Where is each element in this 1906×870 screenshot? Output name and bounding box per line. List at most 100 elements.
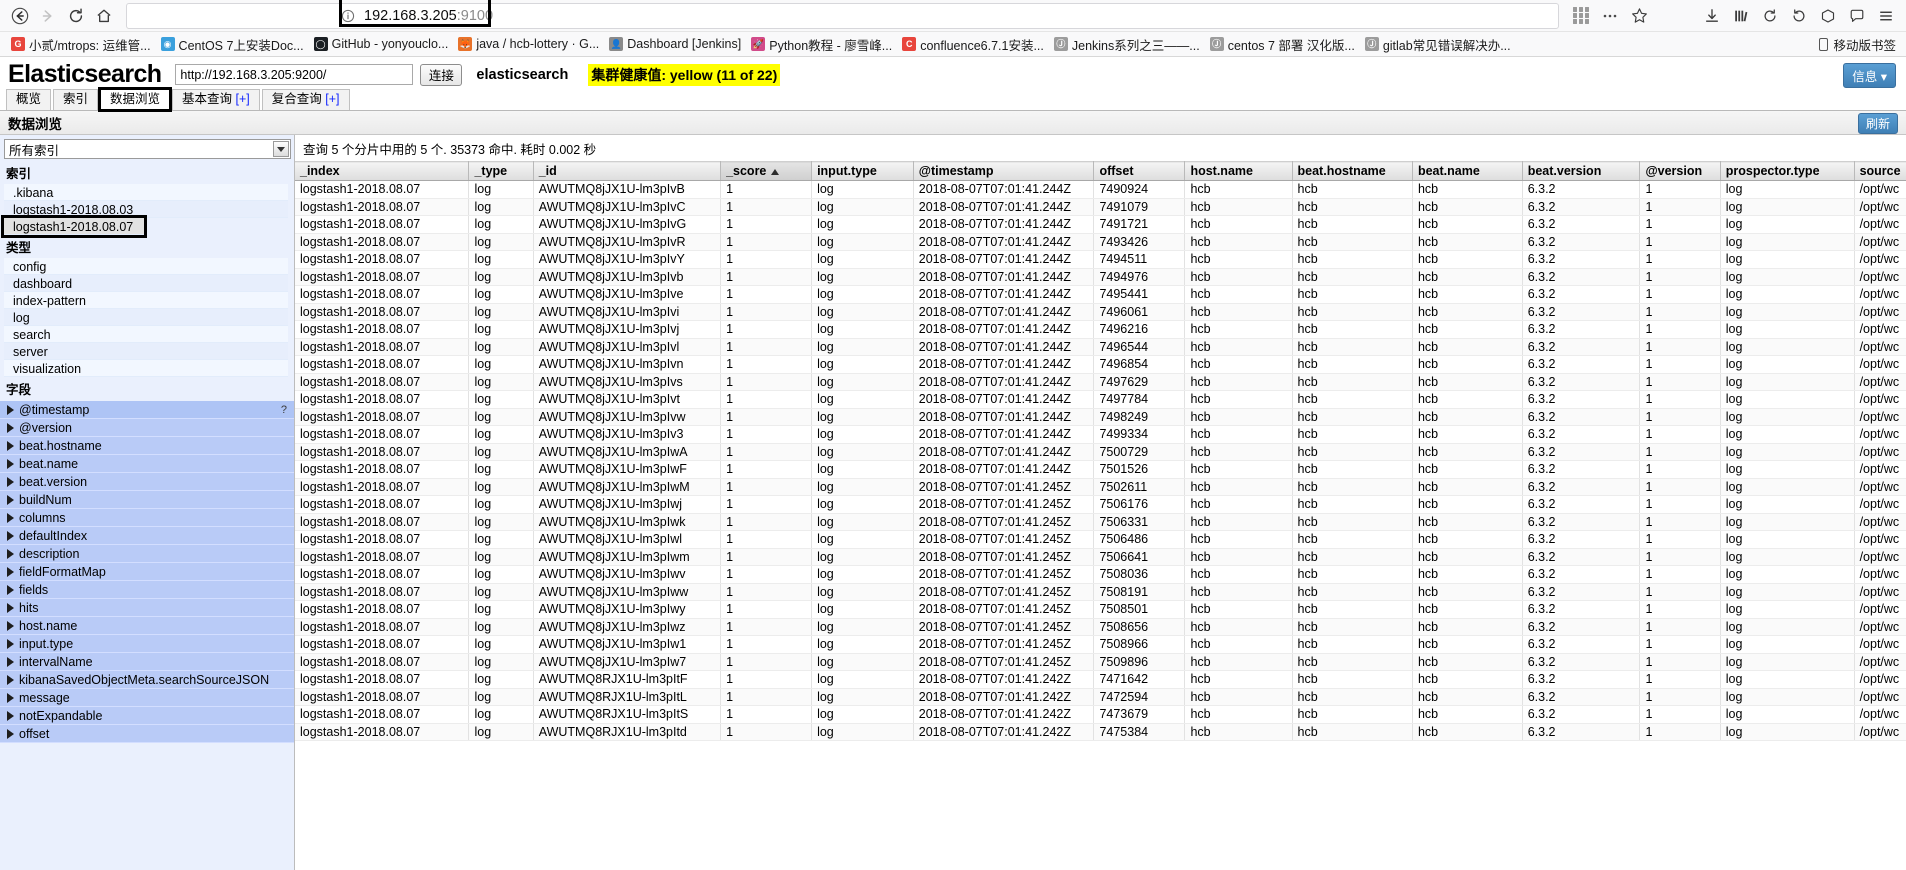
sidebar-type-item[interactable]: server (4, 343, 288, 360)
table-row[interactable]: logstash1-2018.08.07 log AWUTMQ8jJX1U-lm3p… (295, 268, 1906, 286)
expand-triangle-icon[interactable] (7, 530, 14, 541)
sidebar-index-item[interactable]: .kibana (4, 184, 288, 201)
bookmark-item[interactable]: Cconfluence6.7.1安装... (897, 34, 1049, 55)
expand-triangle-icon[interactable] (7, 584, 14, 595)
sidebar-field-item[interactable]: offset (0, 725, 294, 743)
table-row[interactable]: logstash1-2018.08.07 log AWUTMQ8jJX1U-lm3p… (295, 583, 1906, 601)
sidebar-field-item[interactable]: input.type (0, 635, 294, 653)
table-row[interactable]: logstash1-2018.08.07 log AWUTMQ8jJX1U-lm3p… (295, 478, 1906, 496)
table-row[interactable]: logstash1-2018.08.07 log AWUTMQ8jJX1U-lm3p… (295, 250, 1906, 269)
expand-triangle-icon[interactable] (7, 548, 14, 559)
table-row[interactable]: logstash1-2018.08.07 log AWUTMQ8jJX1U-lm3p… (295, 408, 1906, 426)
column-header-_id[interactable]: _id (533, 161, 722, 181)
table-row[interactable]: logstash1-2018.08.07 log AWUTMQ8jJX1U-lm3p… (295, 215, 1906, 234)
qrcode-icon[interactable] (1567, 2, 1595, 30)
sidebar-type-item[interactable]: visualization (4, 360, 288, 377)
bookmark-item[interactable]: G 小贰/mtrops: 运维管... (6, 34, 156, 55)
chat-bubble-icon[interactable] (1843, 2, 1871, 30)
expand-triangle-icon[interactable] (7, 710, 14, 721)
cluster-url-input[interactable] (175, 64, 414, 85)
table-row[interactable]: logstash1-2018.08.07 log AWUTMQ8jJX1U-lm3p… (295, 320, 1906, 339)
table-row[interactable]: logstash1-2018.08.07 log AWUTMQ8jJX1U-lm3p… (295, 495, 1906, 514)
refresh-button[interactable]: 刷新 (1857, 113, 1898, 134)
table-row[interactable]: logstash1-2018.08.07 log AWUTMQ8jJX1U-lm3p… (295, 635, 1906, 654)
sidebar-field-item[interactable]: notExpandable (0, 707, 294, 725)
sidebar-field-item[interactable]: hits (0, 599, 294, 617)
column-header-_index[interactable]: _index (295, 161, 470, 181)
table-row[interactable]: logstash1-2018.08.07 log AWUTMQ8jJX1U-lm3p… (295, 390, 1906, 409)
column-header-beat.hostname[interactable]: beat.hostname (1292, 161, 1413, 181)
column-header-offset[interactable]: offset (1093, 161, 1186, 181)
downloads-icon[interactable] (1698, 2, 1726, 30)
bookmark-item[interactable]: Ⓙgitlab常见错误解决办... (1360, 34, 1516, 55)
url-bar[interactable]: 192.168.3.205:9100 (126, 2, 1559, 29)
column-header-_score[interactable]: _score (720, 161, 813, 181)
sidebar-field-item[interactable]: columns (0, 509, 294, 527)
hamburger-menu-icon[interactable] (1872, 2, 1900, 30)
expand-triangle-icon[interactable] (7, 674, 14, 685)
field-help-icon[interactable]: ? (281, 401, 287, 419)
page-info-icon[interactable] (340, 8, 356, 24)
table-row[interactable]: logstash1-2018.08.07 log AWUTMQ8RJX1U-lm3p… (295, 688, 1906, 706)
container-tab-icon[interactable] (1814, 2, 1842, 30)
table-row[interactable]: logstash1-2018.08.07 log AWUTMQ8jJX1U-lm3p… (295, 180, 1906, 199)
sidebar-type-item[interactable]: dashboard (4, 275, 288, 292)
sidebar-type-item[interactable]: index-pattern (4, 292, 288, 309)
table-row[interactable]: logstash1-2018.08.07 log AWUTMQ8jJX1U-lm3p… (295, 443, 1906, 461)
expand-triangle-icon[interactable] (7, 440, 14, 451)
sidebar-index-item[interactable]: logstash1-2018.08.07 (1, 215, 147, 238)
sidebar-field-item[interactable]: kibanaSavedObjectMeta.searchSourceJSON (0, 671, 294, 689)
bookmark-item[interactable]: 👤 Dashboard [Jenkins] (604, 34, 746, 55)
table-row[interactable]: logstash1-2018.08.07 log AWUTMQ8jJX1U-lm3p… (295, 530, 1906, 549)
table-row[interactable]: logstash1-2018.08.07 log AWUTMQ8jJX1U-lm3p… (295, 355, 1906, 374)
sidebar-field-item[interactable]: message (0, 689, 294, 707)
table-row[interactable]: logstash1-2018.08.07 log AWUTMQ8jJX1U-lm3p… (295, 460, 1906, 479)
table-row[interactable]: logstash1-2018.08.07 log AWUTMQ8jJX1U-lm3p… (295, 565, 1906, 584)
home-icon[interactable] (90, 2, 118, 30)
expand-triangle-icon[interactable] (7, 422, 14, 433)
column-header-input.type[interactable]: input.type (811, 161, 914, 181)
bookmark-item[interactable]: ◯ GitHub - yonyouclo... (309, 34, 454, 55)
expand-triangle-icon[interactable] (7, 476, 14, 487)
expand-triangle-icon[interactable] (7, 458, 14, 469)
info-dropdown-button[interactable]: 信息 ▾ (1843, 63, 1896, 88)
index-selector[interactable]: 所有索引 (4, 139, 291, 159)
expand-triangle-icon[interactable] (7, 494, 14, 505)
tab-0[interactable]: 概览 (6, 89, 52, 110)
sidebar-field-item[interactable]: beat.version (0, 473, 294, 491)
mobile-bookmarks-folder[interactable]: 移动版书签 (1819, 35, 1900, 54)
tab-3[interactable]: 基本查询 [+] (172, 89, 260, 110)
sidebar-field-item[interactable]: defaultIndex (0, 527, 294, 545)
bookmark-star-icon[interactable] (1625, 2, 1653, 30)
column-header-host.name[interactable]: host.name (1184, 161, 1293, 181)
sidebar-field-item[interactable]: host.name (0, 617, 294, 635)
sidebar-type-item[interactable]: search (4, 326, 288, 343)
sidebar-field-item[interactable]: intervalName (0, 653, 294, 671)
undo-history-icon[interactable] (1785, 2, 1813, 30)
overflow-menu-icon[interactable] (1596, 2, 1624, 30)
chevron-down-icon[interactable] (273, 141, 289, 157)
sidebar-index-item[interactable]: logstash1-2018.08.03 (4, 201, 288, 218)
table-row[interactable]: logstash1-2018.08.07 log AWUTMQ8jJX1U-lm3p… (295, 653, 1906, 671)
table-row[interactable]: logstash1-2018.08.07 log AWUTMQ8jJX1U-lm3p… (295, 303, 1906, 321)
column-header-source[interactable]: source (1854, 161, 1906, 181)
table-row[interactable]: logstash1-2018.08.07 log AWUTMQ8jJX1U-lm3p… (295, 373, 1906, 391)
table-row[interactable]: logstash1-2018.08.07 log AWUTMQ8jJX1U-lm3p… (295, 338, 1906, 356)
bookmark-item[interactable]: ◉ CentOS 7上安装Doc... (156, 34, 309, 55)
bookmark-item[interactable]: 🦊 java / hcb-lottery · G... (453, 34, 604, 55)
sidebar-field-item[interactable]: fields (0, 581, 294, 599)
expand-triangle-icon[interactable] (7, 638, 14, 649)
tab-1[interactable]: 索引 (53, 89, 99, 110)
sidebar-field-item[interactable]: fieldFormatMap (0, 563, 294, 581)
tab-expand-marker[interactable]: [+] (232, 92, 250, 106)
sidebar-type-item[interactable]: log (4, 309, 288, 326)
sidebar-field-item[interactable]: description (0, 545, 294, 563)
column-header-beat.name[interactable]: beat.name (1412, 161, 1523, 181)
reload-icon[interactable] (62, 2, 90, 30)
sync-icon[interactable] (1756, 2, 1784, 30)
table-row[interactable]: logstash1-2018.08.07 log AWUTMQ8RJX1U-lm3p… (295, 670, 1906, 689)
connect-button[interactable]: 连接 (420, 63, 463, 86)
expand-triangle-icon[interactable] (7, 656, 14, 667)
bookmark-item[interactable]: Ⓙcentos 7 部署 汉化版... (1205, 34, 1360, 55)
tab-expand-marker[interactable]: [+] (322, 92, 339, 106)
